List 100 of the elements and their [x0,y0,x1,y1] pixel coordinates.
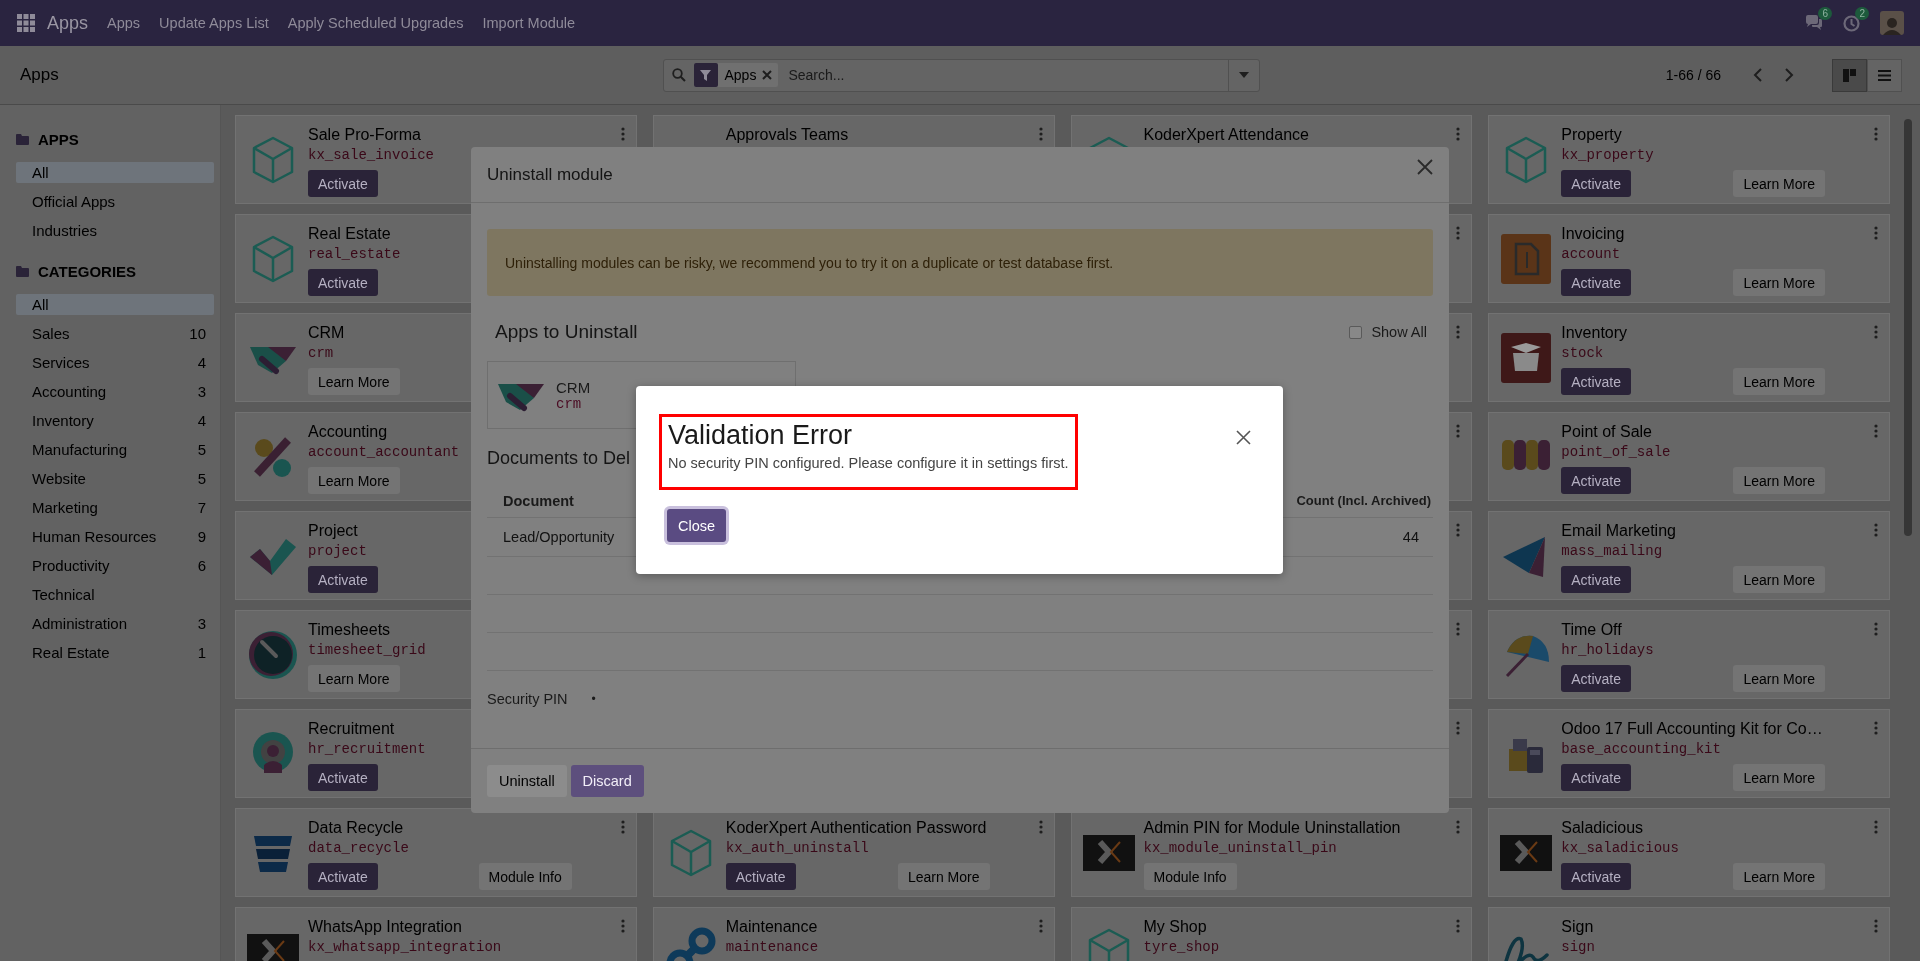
sidebar-item[interactable]: Accounting 3 [16,381,214,402]
info-button[interactable]: Learn More [308,368,400,395]
remove-icon[interactable] [762,70,773,80]
menu-item[interactable]: Update Apps List [159,15,269,31]
kebab-menu-icon[interactable] [1456,127,1461,141]
info-button[interactable]: Learn More [1733,764,1825,791]
info-button[interactable]: Learn More [1733,665,1825,692]
activate-button[interactable]: Activate [1561,467,1632,494]
activate-button[interactable]: Activate [1561,170,1632,197]
list-icon[interactable] [1878,69,1891,81]
kebab-menu-icon[interactable] [1456,325,1461,339]
sidebar-item[interactable]: Website 5 [16,468,214,489]
sidebar-item[interactable]: Industries [16,220,214,241]
sidebar-item[interactable]: Productivity 6 [16,555,214,576]
kebab-menu-icon[interactable] [620,820,625,834]
kebab-menu-icon[interactable] [1038,919,1043,933]
sidebar-item[interactable]: Human Resources 9 [16,526,214,547]
caret-icon[interactable] [1238,72,1249,78]
menu-item[interactable]: Import Module [482,15,576,31]
activate-button[interactable]: Activate [1561,665,1632,692]
app-name: Property [1561,125,1622,145]
close-button[interactable] [1236,430,1251,445]
app-title[interactable]: Apps [47,12,89,34]
funnel-icon [700,69,711,81]
activate-button[interactable]: Activate [308,566,378,593]
info-button[interactable]: Learn More [1733,863,1825,890]
kebab-menu-icon[interactable] [1874,424,1878,438]
chevron-right-icon[interactable] [1784,68,1794,82]
pin-field[interactable]: • [585,692,602,706]
info-button[interactable]: Learn More [1733,467,1825,494]
kanban-view-button[interactable] [1832,58,1867,92]
sidebar-item[interactable]: All [16,162,214,183]
app-grid-icon[interactable] [17,14,35,32]
sidebar-item[interactable]: Administration 3 [16,613,214,634]
activate-button[interactable]: Activate [308,269,378,296]
scrollbar-thumb[interactable] [1904,119,1912,536]
info-button[interactable]: Learn More [308,467,400,494]
kebab-menu-icon[interactable] [1456,523,1461,537]
kebab-menu-icon[interactable] [620,127,625,141]
kebab-menu-icon[interactable] [1456,226,1461,240]
info-button[interactable]: Learn More [897,863,990,890]
info-button[interactable]: Learn More [308,665,400,692]
info-button[interactable]: Learn More [1733,170,1825,197]
uninstall-button[interactable]: Uninstall [487,765,567,797]
kebab-menu-icon[interactable] [1874,325,1878,339]
discard-button[interactable]: Discard [570,765,644,797]
kebab-menu-icon[interactable] [1038,127,1043,141]
kebab-menu-icon[interactable] [620,919,625,933]
activate-button[interactable]: Activate [1561,764,1632,791]
activate-button[interactable]: Activate [308,764,378,791]
info-button[interactable]: Module Info [478,863,572,890]
search-icon[interactable] [671,68,686,82]
sidebar-item[interactable]: Services 4 [16,352,214,373]
kebab-menu-icon[interactable] [1456,919,1461,933]
search-field[interactable]: Apps Search... [662,58,1260,92]
chat-icon[interactable] [1805,15,1823,31]
chevron-left-icon[interactable] [1752,68,1762,82]
kebab-menu-icon[interactable] [1456,820,1461,834]
kebab-menu-icon[interactable] [1456,424,1461,438]
kebab-menu-icon[interactable] [1874,721,1878,735]
activate-button[interactable]: Activate [1561,368,1632,395]
activate-button[interactable]: Activate [1561,269,1632,296]
columns-icon[interactable] [1843,68,1856,82]
kebab-menu-icon[interactable] [1456,622,1461,636]
avatar[interactable] [1880,11,1904,35]
activate-button[interactable]: Activate [308,863,378,890]
sidebar-item[interactable]: All [16,294,214,315]
sidebar-item[interactable]: Real Estate 1 [16,642,214,663]
kebab-menu-icon[interactable] [1874,523,1878,537]
sidebar-item[interactable]: Sales 10 [16,323,214,344]
info-button[interactable]: Learn More [1733,566,1825,593]
info-button[interactable]: Learn More [1733,368,1825,395]
page-title: Apps [20,65,60,85]
close-button[interactable]: Close [667,509,726,542]
kebab-menu-icon[interactable] [1456,721,1461,735]
app-name: KoderXpert Attendance [1143,125,1309,145]
activate-button[interactable]: Activate [1561,863,1632,890]
kebab-menu-icon[interactable] [1038,820,1043,834]
sidebar-item[interactable]: Inventory 4 [16,410,214,431]
info-button[interactable]: Learn More [1733,269,1825,296]
kebab-menu-icon[interactable] [1874,919,1878,933]
kebab-menu-icon[interactable] [1874,226,1878,240]
filter-facet[interactable]: Apps [693,63,779,87]
checkbox-label[interactable]: Show All [1371,324,1427,340]
info-button[interactable]: Module Info [1143,863,1237,890]
menu-item[interactable]: Apply Scheduled Upgrades [287,15,464,31]
kebab-menu-icon[interactable] [1874,820,1878,834]
sidebar-item[interactable]: Marketing 7 [16,497,214,518]
clock-icon[interactable] [1843,14,1860,32]
activate-button[interactable]: Activate [308,170,378,197]
checkbox[interactable] [1349,325,1363,339]
sidebar-item[interactable]: Official Apps [16,191,214,212]
activate-button[interactable]: Activate [725,863,796,890]
kebab-menu-icon[interactable] [1874,622,1878,636]
sidebar-item[interactable]: Technical [16,584,214,605]
sidebar-item[interactable]: Manufacturing 5 [16,439,214,460]
list-view-button[interactable] [1867,58,1902,92]
activate-button[interactable]: Activate [1561,566,1632,593]
kebab-menu-icon[interactable] [1874,127,1878,141]
menu-item[interactable]: Apps [107,15,141,31]
